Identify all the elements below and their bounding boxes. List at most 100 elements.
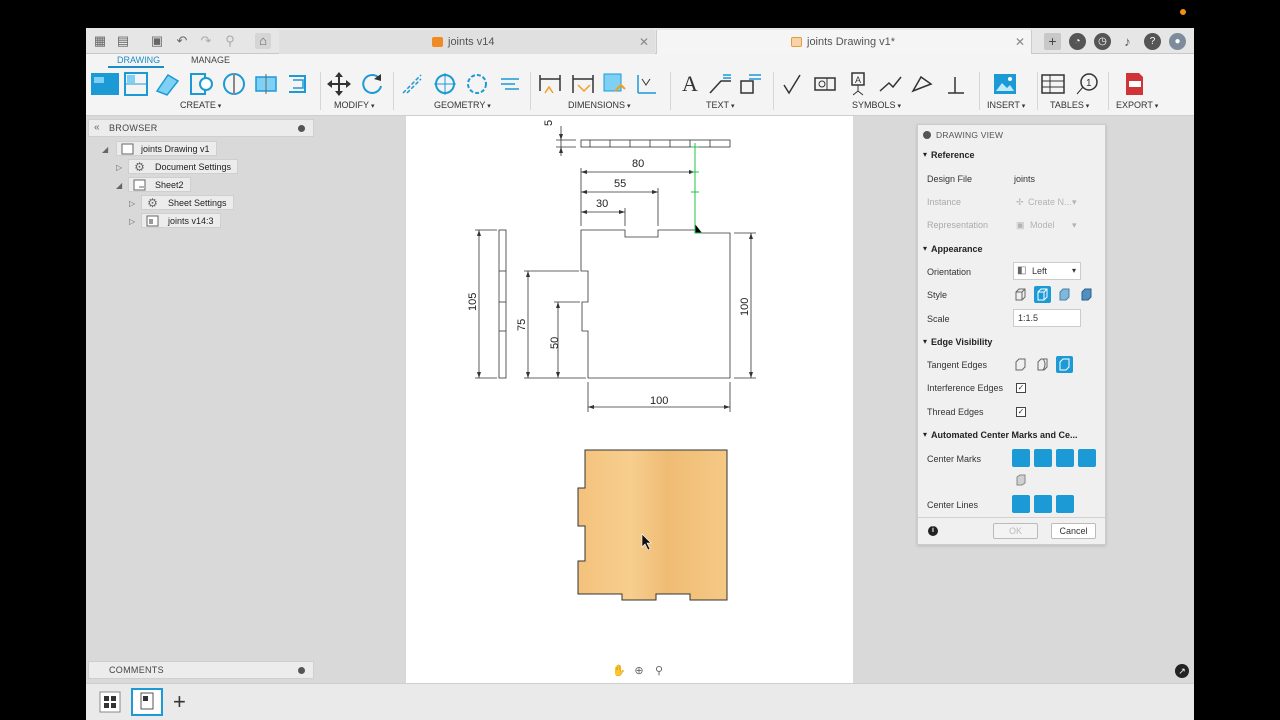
- weld-symbol-icon[interactable]: [877, 71, 903, 97]
- drawing-canvas[interactable]: 5 80 55 30 105 75 50 100 100: [406, 116, 853, 683]
- dimensions-group-label[interactable]: DIMENSIONS: [568, 100, 630, 110]
- dim-label-75[interactable]: 75: [516, 319, 528, 331]
- break-view-icon[interactable]: [221, 71, 247, 97]
- export-pdf-icon[interactable]: [1121, 71, 1147, 97]
- link-icon[interactable]: ⚲: [222, 33, 238, 49]
- add-sheet-plus-icon[interactable]: +: [173, 691, 186, 713]
- close-icon[interactable]: ✕: [639, 30, 649, 54]
- create-group-label[interactable]: CREATE: [180, 100, 221, 110]
- expand-triangle-icon[interactable]: ▷: [116, 163, 122, 172]
- visible-edges-icon[interactable]: [1012, 286, 1029, 303]
- tables-group-label[interactable]: TABLES: [1050, 100, 1089, 110]
- dim-label-105[interactable]: 105: [467, 293, 479, 311]
- user-avatar[interactable]: ●: [1169, 32, 1186, 50]
- expand-triangle-icon[interactable]: ◢: [102, 145, 108, 154]
- comments-panel-header[interactable]: COMMENTS: [88, 661, 314, 679]
- zoom-icon[interactable]: ⚲: [652, 664, 666, 678]
- panel-pin-icon[interactable]: [298, 667, 305, 674]
- insert-image-icon[interactable]: [992, 71, 1018, 97]
- center-line-holes-icon[interactable]: [1012, 495, 1030, 513]
- thread-edges-checkbox[interactable]: ✓: [1016, 407, 1026, 417]
- extensions-icon[interactable]: ◔: [1069, 32, 1086, 50]
- center-mark-extra-icon[interactable]: [1014, 473, 1028, 487]
- sheet-thumbnail-2-active[interactable]: [131, 688, 163, 716]
- side-view-strip[interactable]: [498, 229, 507, 379]
- drawing-sheet[interactable]: 5 80 55 30 105 75 50 100 100: [406, 116, 853, 683]
- balloon-icon[interactable]: 1: [1074, 71, 1100, 97]
- note-icon[interactable]: [737, 71, 763, 97]
- text-group-label[interactable]: TEXT: [706, 100, 734, 110]
- expand-triangle-icon[interactable]: ▷: [129, 199, 135, 208]
- ok-button[interactable]: OK: [993, 523, 1038, 539]
- dim-label-100-right[interactable]: 100: [739, 298, 751, 316]
- dim-label-5[interactable]: 5: [543, 120, 555, 126]
- expand-triangle-icon[interactable]: ▷: [129, 217, 135, 226]
- browser-item-sheet2[interactable]: Sheet2: [128, 177, 191, 192]
- zoom-window-icon[interactable]: ⊕: [632, 664, 646, 678]
- center-line-cuts-icon[interactable]: [1056, 495, 1074, 513]
- dim-label-80[interactable]: 80: [632, 158, 644, 170]
- baseline-dimension-icon[interactable]: [601, 71, 627, 97]
- interference-edges-checkbox[interactable]: ✓: [1016, 383, 1026, 393]
- browser-item-document-settings[interactable]: ⚙ Document Settings: [128, 159, 239, 174]
- section-view-icon[interactable]: [154, 71, 180, 97]
- front-view-outline[interactable]: [580, 229, 731, 379]
- section-reference[interactable]: Reference: [923, 150, 974, 160]
- edge-symbol-icon[interactable]: [909, 71, 935, 97]
- shaded-part-preview[interactable]: [577, 449, 728, 601]
- panel-pin-icon[interactable]: [298, 125, 305, 132]
- collapse-chevron-icon[interactable]: «: [94, 122, 100, 133]
- surface-texture-icon[interactable]: [780, 71, 806, 97]
- ribbon-tab-manage[interactable]: MANAGE: [191, 54, 230, 68]
- cancel-button[interactable]: Cancel: [1051, 523, 1096, 539]
- tab-joints-design[interactable]: joints v14 ✕: [279, 30, 655, 54]
- notifications-bell-icon[interactable]: ♪: [1119, 33, 1136, 50]
- browser-item-sheet-settings[interactable]: ⚙ Sheet Settings: [141, 195, 234, 210]
- save-icon[interactable]: ▣: [149, 33, 165, 49]
- new-tab-plus-icon[interactable]: +: [1044, 32, 1061, 50]
- chain-dimension-icon[interactable]: [634, 71, 660, 97]
- undo-icon[interactable]: ↶: [174, 33, 190, 49]
- apps-grid-icon[interactable]: ▦: [92, 33, 108, 49]
- insert-group-label[interactable]: INSERT: [987, 100, 1025, 110]
- center-mark-icon[interactable]: [432, 71, 458, 97]
- base-view-icon[interactable]: [90, 71, 120, 97]
- ordinate-dimension-icon[interactable]: [570, 71, 596, 97]
- design-file-value[interactable]: joints: [1014, 174, 1035, 184]
- close-icon[interactable]: ✕: [1015, 30, 1025, 54]
- browser-item-view-joints[interactable]: joints v14:3: [141, 213, 221, 228]
- center-mark-holes-icon[interactable]: [1012, 449, 1030, 467]
- center-mark-circles-icon[interactable]: [1078, 449, 1096, 467]
- sketch-view-icon[interactable]: [285, 71, 311, 97]
- feature-control-frame-icon[interactable]: [812, 71, 838, 97]
- text-icon[interactable]: A: [677, 71, 703, 97]
- centerline-icon[interactable]: [399, 71, 425, 97]
- break-out-view-icon[interactable]: [253, 71, 279, 97]
- symbols-group-label[interactable]: SYMBOLS: [852, 100, 901, 110]
- tangent-off-icon[interactable]: [1012, 356, 1029, 373]
- expand-triangle-icon[interactable]: ◢: [116, 181, 122, 190]
- geometry-group-label[interactable]: GEOMETRY: [434, 100, 491, 110]
- center-mark-cuts-icon[interactable]: [1056, 449, 1074, 467]
- projected-view-icon[interactable]: [123, 71, 149, 97]
- dim-label-50[interactable]: 50: [549, 337, 561, 349]
- dialog-pin-icon[interactable]: [923, 131, 931, 139]
- browser-panel-header[interactable]: « BROWSER: [88, 119, 314, 137]
- tangent-shortened-icon[interactable]: [1056, 356, 1073, 373]
- section-appearance[interactable]: Appearance: [923, 244, 982, 254]
- shaded-icon[interactable]: [1056, 286, 1073, 303]
- center-mark-pattern-icon[interactable]: [464, 71, 490, 97]
- center-mark-fillets-icon[interactable]: [1034, 449, 1052, 467]
- taper-symbol-icon[interactable]: [942, 71, 968, 97]
- export-group-label[interactable]: EXPORT: [1116, 100, 1158, 110]
- scale-input[interactable]: 1:1.5: [1013, 309, 1081, 327]
- table-icon[interactable]: [1040, 71, 1066, 97]
- datum-identifier-icon[interactable]: A: [845, 71, 871, 97]
- dim-label-30[interactable]: 30: [596, 198, 608, 210]
- cloud-status-icon[interactable]: ↗: [1175, 664, 1189, 678]
- dim-label-100-bottom[interactable]: 100: [650, 395, 668, 407]
- edge-extension-icon[interactable]: [497, 71, 523, 97]
- sheet-thumbnail-1[interactable]: [97, 689, 123, 715]
- help-icon[interactable]: ?: [1144, 32, 1161, 50]
- shaded-hidden-edges-icon[interactable]: [1078, 286, 1095, 303]
